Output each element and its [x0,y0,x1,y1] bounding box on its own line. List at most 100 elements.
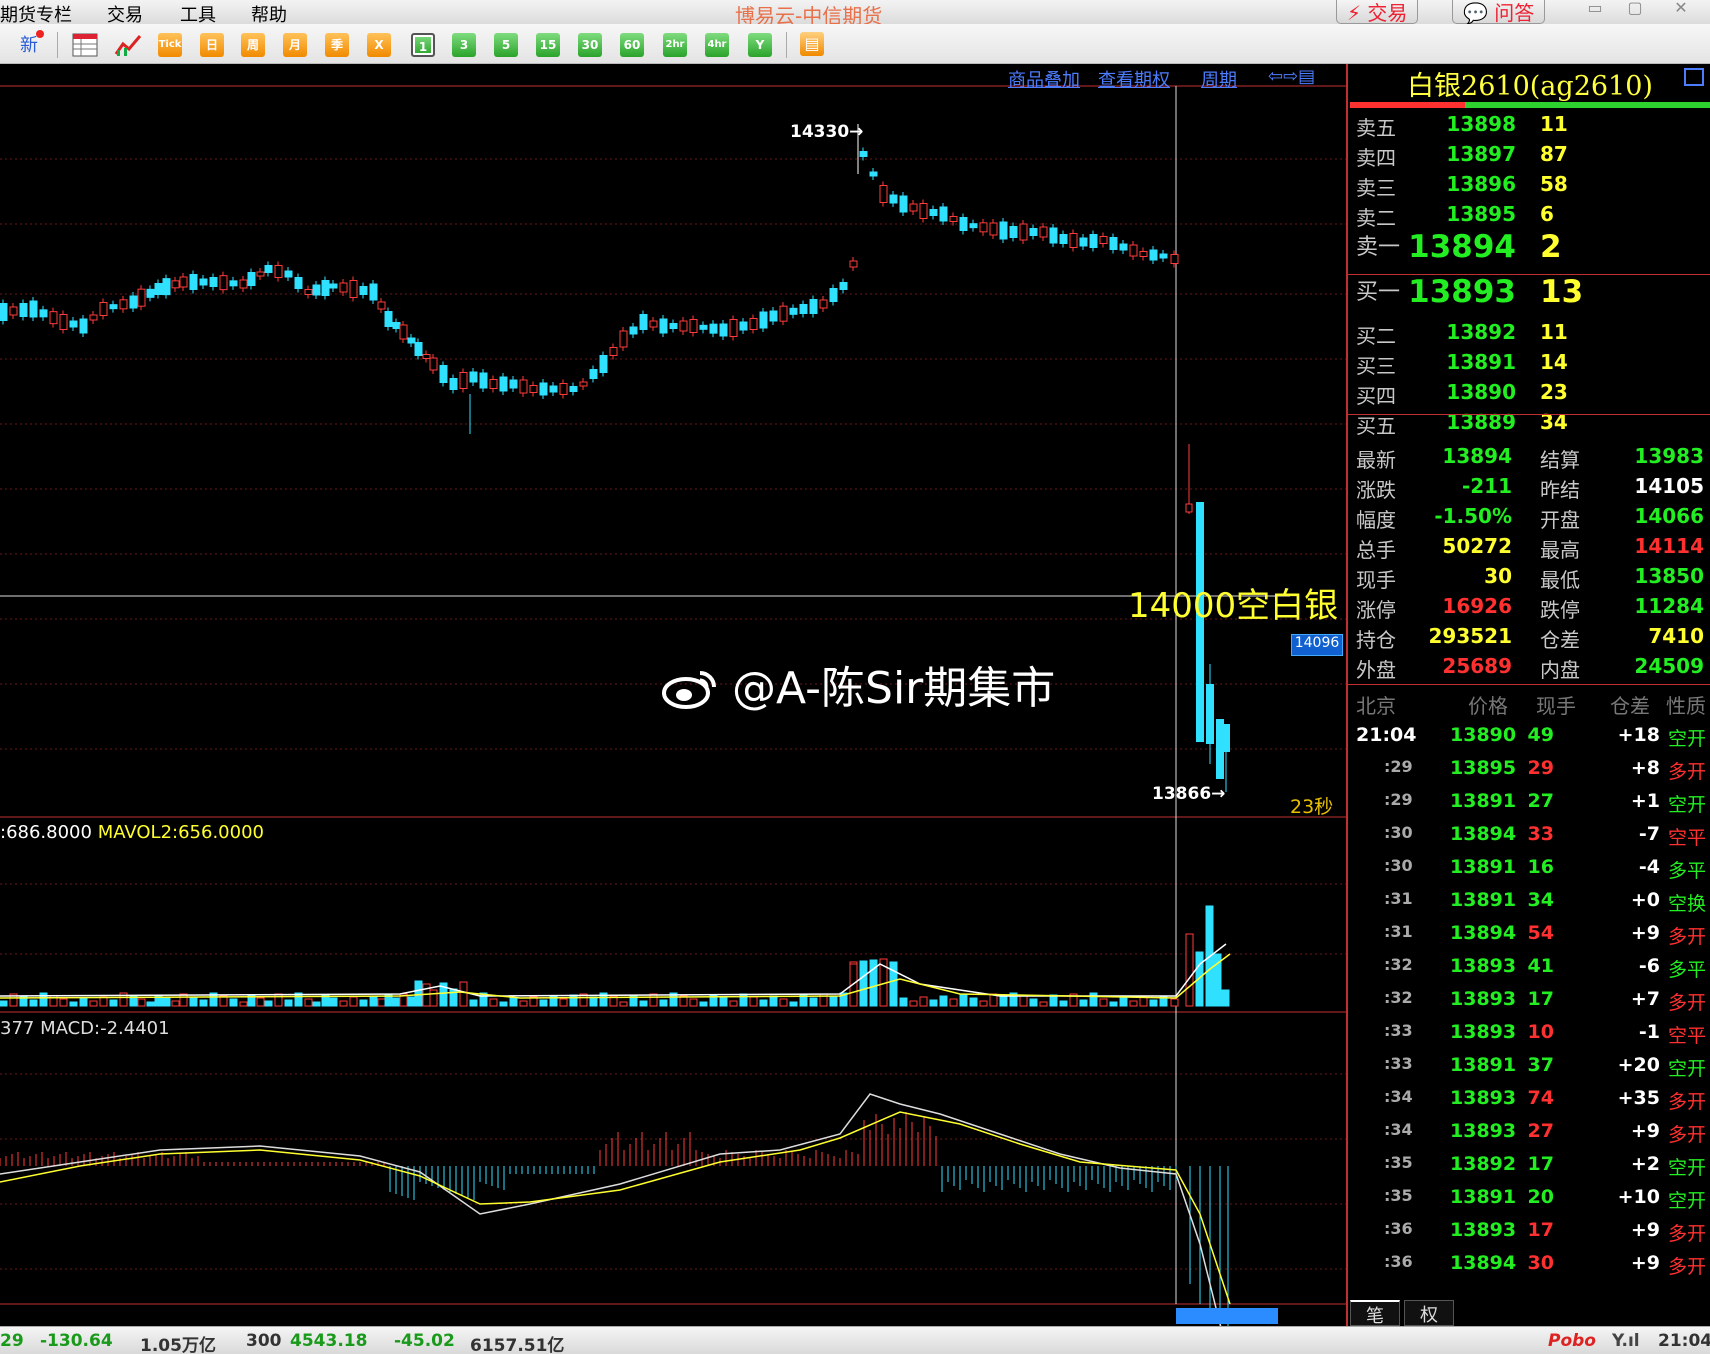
ticks-tabs: 笔 权 [1348,1296,1710,1327]
volume-bar [559,998,568,1007]
tab-ticks[interactable]: 笔 [1350,1300,1400,1327]
volume-bar [949,998,958,1007]
order-book-row[interactable]: 卖二 13895 6 [1348,202,1710,230]
kline-candle [9,306,18,316]
kline-candle [699,324,708,330]
tab-options[interactable]: 权 [1404,1300,1454,1326]
tick-oi-change: +18 [1617,724,1660,746]
kline-candle [449,378,458,390]
divider [1348,274,1710,275]
close-icon[interactable]: ✕ [1668,0,1694,17]
kline-candle [264,265,273,273]
tick-oi-change: +1 [1630,790,1660,812]
kline-candle [189,274,198,290]
period-button-y[interactable]: Y [748,33,772,57]
menu-bar: 期货专栏 交易 工具 帮助 博易云-中信期货 ⚡ 交易 💬 问答 ▭ ▢ ✕ [0,0,1710,28]
trade-button[interactable]: ⚡ 交易 [1336,0,1419,25]
kline-candle [869,171,878,177]
period-button-15[interactable]: 15 [536,33,560,57]
toolbar-divider [786,32,787,58]
tick-nature: 空开 [1668,728,1707,750]
kline-candle [599,355,608,373]
table-view-icon[interactable] [72,32,98,58]
period-button-tick[interactable]: Tick [158,33,182,57]
order-book-row[interactable]: 卖三 13896 58 [1348,172,1710,200]
kline-candle [199,278,208,286]
tick-time: :35 [1384,1153,1413,1172]
volume-bar [929,999,938,1007]
stat-label: 跌停 [1540,598,1580,622]
stat-label: 开盘 [1540,508,1580,532]
ask-button[interactable]: 💬 问答 [1452,0,1546,25]
kline-candle [549,385,558,393]
period-button-日[interactable]: 日 [200,33,224,57]
stat-value: 14066 [1634,504,1704,528]
kline-candle [179,276,188,288]
divider [1348,684,1710,685]
order-book-row[interactable]: 买四 13890 23 [1348,380,1710,408]
tick-nature: 空平 [1668,1025,1707,1047]
period-button-4hr[interactable]: 4hr [705,33,729,57]
level-price: 13897 [1446,142,1516,166]
stat-label: 现手 [1356,568,1396,592]
layout-switch-icon[interactable]: ⇦⇨▤ [1268,66,1315,87]
kline-candle [739,321,748,331]
order-book-row[interactable]: 买三 13891 14 [1348,350,1710,378]
period-link[interactable]: 周期 [1201,66,1237,92]
volume-bar [719,997,728,1007]
level-label: 买四 [1356,384,1396,408]
order-book-row[interactable]: 卖四 13897 87 [1348,142,1710,170]
level-label: 卖四 [1356,146,1396,170]
order-book-row[interactable]: 卖一 13894 2 [1348,229,1710,265]
volume-bar [1109,1001,1118,1007]
kline-candle [999,221,1008,240]
order-book-row[interactable]: 买二 13892 11 [1348,320,1710,348]
minimize-icon[interactable]: ▭ [1582,0,1608,17]
trend-chart-icon[interactable] [114,32,142,58]
view-options-link[interactable]: 查看期权 [1098,66,1170,92]
kline-candle [709,323,718,334]
bar-countdown: 23秒 [1290,796,1334,818]
period-button-30[interactable]: 30 [578,33,602,57]
tick-row: :30 13891 16 -4 多平 [1348,856,1710,886]
panel-restore-icon[interactable] [1684,68,1704,86]
status-turnover: 1.05万亿 [140,1336,216,1354]
period-button-季[interactable]: 季 [325,33,349,57]
tick-qty: 27 [1527,1120,1554,1142]
overlay-link[interactable]: 商品叠加 [1008,66,1080,92]
tick-qty: 30 [1527,1252,1554,1274]
stat-row: 持仓 293521 仓差 7410 [1348,624,1710,652]
kline-candle [429,357,438,371]
period-button-3[interactable]: 3 [452,33,476,57]
order-book-row[interactable]: 卖五 13898 11 [1348,112,1710,140]
period-button-5[interactable]: 5 [494,33,518,57]
level-volume: 11 [1540,112,1568,136]
volume-bar [349,996,358,1007]
kline-candle [729,319,738,337]
kline-candle [256,271,265,277]
volume-bar [1039,1001,1048,1007]
period-button-周[interactable]: 周 [241,33,265,57]
volume-bar [137,998,146,1007]
level-label: 卖一 [1356,235,1401,260]
volume-bar [89,1000,98,1007]
period-button-x[interactable]: X [367,33,391,57]
stat-value: 16926 [1442,594,1512,618]
level-price: 13892 [1446,320,1516,344]
period-button-2hr[interactable]: 2hr [663,33,687,57]
volume-legend: :686.8000 MAVOL2:656.0000 [0,822,264,843]
kline-candle [829,288,838,302]
volume-bar [699,1001,708,1007]
order-book-row[interactable]: 买一 13893 13 [1348,274,1710,310]
period-button-月[interactable]: 月 [283,33,307,57]
kline-candle [819,299,828,309]
tick-row: :33 13893 10 -1 空平 [1348,1021,1710,1051]
tick-time: :30 [1384,856,1413,875]
maximize-icon[interactable]: ▢ [1622,0,1648,17]
kline-candle [639,314,648,330]
draw-tool-icon[interactable]: ▤ [800,32,824,56]
volume-bar [339,1000,348,1007]
period-button-60[interactable]: 60 [620,33,644,57]
volume-bar [489,998,498,1007]
period-button-1[interactable]: 1 [411,33,435,57]
